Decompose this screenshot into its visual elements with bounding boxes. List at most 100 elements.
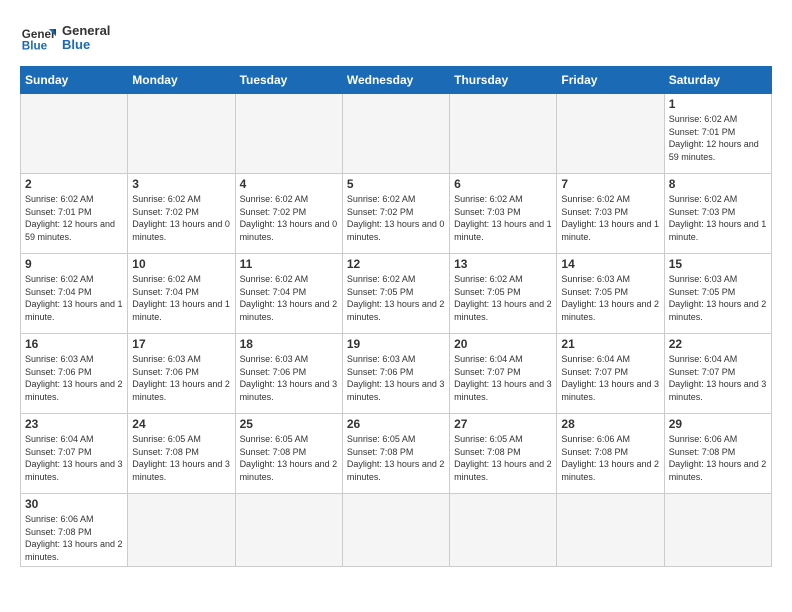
day-info: Sunrise: 6:02 AM Sunset: 7:02 PM Dayligh… — [347, 193, 445, 243]
day-number: 5 — [347, 177, 445, 191]
week-row-3: 16Sunrise: 6:03 AM Sunset: 7:06 PM Dayli… — [21, 334, 772, 414]
day-cell — [128, 94, 235, 174]
header-monday: Monday — [128, 67, 235, 94]
day-number: 7 — [561, 177, 659, 191]
week-row-1: 2 Sunrise: 6:02 AM Sunset: 7:01 PM Daylig… — [21, 174, 772, 254]
day-info: Sunrise: 6:06 AM Sunset: 7:08 PM Dayligh… — [561, 433, 659, 483]
day-cell: 26Sunrise: 6:05 AM Sunset: 7:08 PM Dayli… — [342, 414, 449, 494]
day-cell: 29Sunrise: 6:06 AM Sunset: 7:08 PM Dayli… — [664, 414, 771, 494]
day-cell: 6 Sunrise: 6:02 AM Sunset: 7:03 PM Daylig… — [450, 174, 557, 254]
day-number: 15 — [669, 257, 767, 271]
day-number: 23 — [25, 417, 123, 431]
day-number: 6 — [454, 177, 552, 191]
day-info: Sunrise: 6:05 AM Sunset: 7:08 PM Dayligh… — [132, 433, 230, 483]
day-cell: 28 Sunrise: 6:06 AM Sunset: 7:08 PM Dayli… — [557, 414, 664, 494]
day-cell — [664, 494, 771, 567]
day-number: 30 — [25, 497, 123, 511]
week-row-5: 30 Sunrise: 6:06 AM Sunset: 7:08 PM Dayli… — [21, 494, 772, 567]
day-info: Sunrise: 6:02 AM Sunset: 7:04 PM Dayligh… — [25, 273, 123, 323]
day-info: Sunrise: 6:04 AM Sunset: 7:07 PM Dayligh… — [669, 353, 767, 403]
day-number: 2 — [25, 177, 123, 191]
day-info: Sunrise: 6:03 AM Sunset: 7:06 PM Dayligh… — [347, 353, 445, 403]
day-cell: 30 Sunrise: 6:06 AM Sunset: 7:08 PM Dayli… — [21, 494, 128, 567]
day-cell: 21 Sunrise: 6:04 AM Sunset: 7:07 PM Dayli… — [557, 334, 664, 414]
day-info: Sunrise: 6:02 AM Sunset: 7:03 PM Dayligh… — [454, 193, 552, 243]
day-info: Sunrise: 6:02 AM Sunset: 7:03 PM Dayligh… — [561, 193, 659, 243]
day-cell: 12Sunrise: 6:02 AM Sunset: 7:05 PM Dayli… — [342, 254, 449, 334]
day-info: Sunrise: 6:03 AM Sunset: 7:06 PM Dayligh… — [132, 353, 230, 403]
day-cell — [557, 494, 664, 567]
logo-blue-text: Blue — [62, 38, 110, 52]
day-number: 4 — [240, 177, 338, 191]
day-cell: 18Sunrise: 6:03 AM Sunset: 7:06 PM Dayli… — [235, 334, 342, 414]
day-cell — [557, 94, 664, 174]
day-info: Sunrise: 6:02 AM Sunset: 7:04 PM Dayligh… — [240, 273, 338, 323]
day-cell: 7 Sunrise: 6:02 AM Sunset: 7:03 PM Daylig… — [557, 174, 664, 254]
day-info: Sunrise: 6:02 AM Sunset: 7:03 PM Dayligh… — [669, 193, 767, 243]
day-cell — [235, 494, 342, 567]
header-saturday: Saturday — [664, 67, 771, 94]
day-cell: 17 Sunrise: 6:03 AM Sunset: 7:06 PM Dayli… — [128, 334, 235, 414]
day-info: Sunrise: 6:04 AM Sunset: 7:07 PM Dayligh… — [454, 353, 552, 403]
day-info: Sunrise: 6:06 AM Sunset: 7:08 PM Dayligh… — [25, 513, 123, 563]
day-number: 20 — [454, 337, 552, 351]
day-number: 11 — [240, 257, 338, 271]
header-wednesday: Wednesday — [342, 67, 449, 94]
header-friday: Friday — [557, 67, 664, 94]
day-number: 17 — [132, 337, 230, 351]
day-cell: 13Sunrise: 6:02 AM Sunset: 7:05 PM Dayli… — [450, 254, 557, 334]
day-cell: 19Sunrise: 6:03 AM Sunset: 7:06 PM Dayli… — [342, 334, 449, 414]
day-cell: 20 Sunrise: 6:04 AM Sunset: 7:07 PM Dayli… — [450, 334, 557, 414]
day-cell: 23Sunrise: 6:04 AM Sunset: 7:07 PM Dayli… — [21, 414, 128, 494]
day-cell: 10 Sunrise: 6:02 AM Sunset: 7:04 PM Dayli… — [128, 254, 235, 334]
logo: General Blue General Blue — [20, 20, 110, 56]
day-info: Sunrise: 6:03 AM Sunset: 7:06 PM Dayligh… — [25, 353, 123, 403]
day-number: 27 — [454, 417, 552, 431]
day-number: 9 — [25, 257, 123, 271]
day-cell: 15 Sunrise: 6:03 AM Sunset: 7:05 PM Dayli… — [664, 254, 771, 334]
header-thursday: Thursday — [450, 67, 557, 94]
day-cell: 22Sunrise: 6:04 AM Sunset: 7:07 PM Dayli… — [664, 334, 771, 414]
day-info: Sunrise: 6:04 AM Sunset: 7:07 PM Dayligh… — [561, 353, 659, 403]
day-cell: 27Sunrise: 6:05 AM Sunset: 7:08 PM Dayli… — [450, 414, 557, 494]
day-info: Sunrise: 6:02 AM Sunset: 7:01 PM Dayligh… — [25, 193, 123, 243]
day-number: 21 — [561, 337, 659, 351]
week-row-4: 23Sunrise: 6:04 AM Sunset: 7:07 PM Dayli… — [21, 414, 772, 494]
day-cell: 2 Sunrise: 6:02 AM Sunset: 7:01 PM Daylig… — [21, 174, 128, 254]
day-cell: 3Sunrise: 6:02 AM Sunset: 7:02 PM Daylig… — [128, 174, 235, 254]
day-number: 28 — [561, 417, 659, 431]
day-number: 1 — [669, 97, 767, 111]
day-info: Sunrise: 6:03 AM Sunset: 7:05 PM Dayligh… — [669, 273, 767, 323]
day-info: Sunrise: 6:05 AM Sunset: 7:08 PM Dayligh… — [240, 433, 338, 483]
day-cell: 25 Sunrise: 6:05 AM Sunset: 7:08 PM Dayli… — [235, 414, 342, 494]
day-cell — [342, 94, 449, 174]
day-cell — [21, 94, 128, 174]
day-number: 13 — [454, 257, 552, 271]
day-number: 25 — [240, 417, 338, 431]
day-cell: 8 Sunrise: 6:02 AM Sunset: 7:03 PM Daylig… — [664, 174, 771, 254]
day-info: Sunrise: 6:02 AM Sunset: 7:02 PM Dayligh… — [240, 193, 338, 243]
day-info: Sunrise: 6:03 AM Sunset: 7:05 PM Dayligh… — [561, 273, 659, 323]
day-number: 14 — [561, 257, 659, 271]
header-tuesday: Tuesday — [235, 67, 342, 94]
page-header: General Blue General Blue — [20, 20, 772, 56]
day-cell: 11 Sunrise: 6:02 AM Sunset: 7:04 PM Dayli… — [235, 254, 342, 334]
day-cell: 4 Sunrise: 6:02 AM Sunset: 7:02 PM Daylig… — [235, 174, 342, 254]
day-info: Sunrise: 6:02 AM Sunset: 7:04 PM Dayligh… — [132, 273, 230, 323]
day-info: Sunrise: 6:02 AM Sunset: 7:02 PM Dayligh… — [132, 193, 230, 243]
day-number: 10 — [132, 257, 230, 271]
day-cell — [450, 494, 557, 567]
header-sunday: Sunday — [21, 67, 128, 94]
day-cell: 1Sunrise: 6:02 AM Sunset: 7:01 PM Daylig… — [664, 94, 771, 174]
day-cell — [450, 94, 557, 174]
day-number: 8 — [669, 177, 767, 191]
day-cell: 14 Sunrise: 6:03 AM Sunset: 7:05 PM Dayli… — [557, 254, 664, 334]
day-info: Sunrise: 6:03 AM Sunset: 7:06 PM Dayligh… — [240, 353, 338, 403]
day-number: 12 — [347, 257, 445, 271]
day-info: Sunrise: 6:05 AM Sunset: 7:08 PM Dayligh… — [347, 433, 445, 483]
day-cell — [128, 494, 235, 567]
day-cell — [235, 94, 342, 174]
week-row-0: 1Sunrise: 6:02 AM Sunset: 7:01 PM Daylig… — [21, 94, 772, 174]
week-row-2: 9 Sunrise: 6:02 AM Sunset: 7:04 PM Daylig… — [21, 254, 772, 334]
day-cell: 5 Sunrise: 6:02 AM Sunset: 7:02 PM Daylig… — [342, 174, 449, 254]
